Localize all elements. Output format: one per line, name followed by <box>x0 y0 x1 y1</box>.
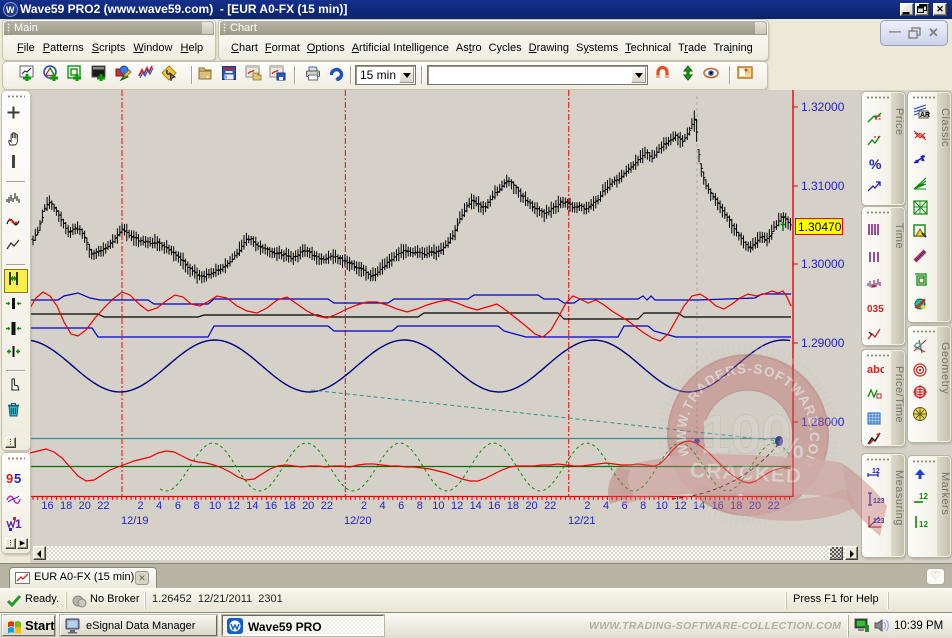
svg-text:6: 6 <box>398 500 404 512</box>
svg-text:8: 8 <box>193 500 199 512</box>
svg-text:6: 6 <box>175 500 181 512</box>
svg-text:1.31000: 1.31000 <box>801 179 845 193</box>
svg-text:18: 18 <box>60 500 72 512</box>
svg-text:1: 1 <box>15 517 22 531</box>
svg-text:1.29000: 1.29000 <box>801 336 845 350</box>
svg-text:12: 12 <box>228 500 240 512</box>
svg-text:12: 12 <box>674 500 686 512</box>
svg-text:12/19: 12/19 <box>121 515 149 527</box>
svg-text:22: 22 <box>321 500 333 512</box>
svg-text:abc: abc <box>867 364 884 376</box>
svg-text:14: 14 <box>246 500 258 512</box>
svg-text:1.30470: 1.30470 <box>798 220 842 234</box>
svg-text:2: 2 <box>138 500 144 512</box>
svg-text:035: 035 <box>867 304 884 315</box>
svg-text:22: 22 <box>544 500 556 512</box>
svg-text:10: 10 <box>432 500 444 512</box>
svg-text:20: 20 <box>79 500 91 512</box>
svg-text:4: 4 <box>603 500 609 512</box>
svg-text:123: 123 <box>873 518 884 525</box>
svg-text:14: 14 <box>693 500 705 512</box>
svg-text:20: 20 <box>525 500 537 512</box>
svg-text:18: 18 <box>283 500 295 512</box>
svg-text:9: 9 <box>6 471 13 486</box>
svg-text:%: % <box>869 156 882 172</box>
svg-text:10: 10 <box>209 500 221 512</box>
svg-text:12/21: 12/21 <box>568 515 596 527</box>
svg-text:16: 16 <box>712 500 724 512</box>
svg-text:12: 12 <box>872 468 880 475</box>
svg-text:12: 12 <box>919 492 928 501</box>
svg-text:5: 5 <box>14 471 21 486</box>
svg-text:12: 12 <box>451 500 463 512</box>
svg-text:22: 22 <box>767 500 779 512</box>
svg-text:6: 6 <box>622 500 628 512</box>
svg-text:18: 18 <box>507 500 519 512</box>
svg-text:18: 18 <box>730 500 742 512</box>
svg-text:8: 8 <box>640 500 646 512</box>
svg-text:123: 123 <box>873 498 884 505</box>
svg-text:16: 16 <box>41 500 53 512</box>
svg-text:4: 4 <box>156 500 162 512</box>
svg-text:16: 16 <box>488 500 500 512</box>
svg-text:20: 20 <box>749 500 761 512</box>
svg-text:10: 10 <box>656 500 668 512</box>
svg-text:2: 2 <box>584 500 590 512</box>
svg-text:4: 4 <box>380 500 386 512</box>
svg-text:2: 2 <box>361 500 367 512</box>
svg-text:1.32000: 1.32000 <box>801 100 845 114</box>
svg-text:22: 22 <box>97 500 109 512</box>
svg-text:14: 14 <box>470 500 482 512</box>
svg-text:20: 20 <box>302 500 314 512</box>
svg-text:12/20: 12/20 <box>344 515 372 527</box>
svg-text:1.30000: 1.30000 <box>801 257 845 271</box>
svg-text:AR: AR <box>920 112 930 119</box>
svg-text:1.28000: 1.28000 <box>801 415 845 429</box>
svg-text:12: 12 <box>919 520 928 529</box>
svg-text:16: 16 <box>265 500 277 512</box>
svg-text:8: 8 <box>417 500 423 512</box>
